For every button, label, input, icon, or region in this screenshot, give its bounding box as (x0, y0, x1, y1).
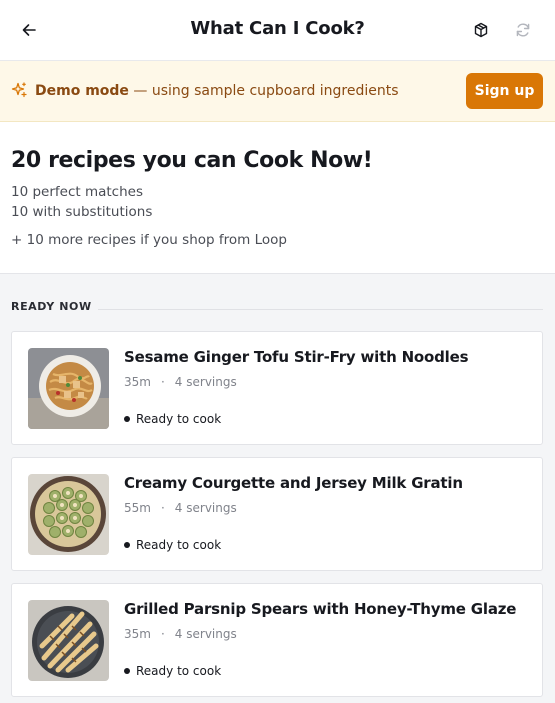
recipe-time: 35m (124, 375, 151, 389)
summary-headline: 20 recipes you can Cook Now! (11, 148, 373, 173)
refresh-icon (516, 23, 530, 37)
substitutions-count: 10 with substitutions (11, 204, 153, 220)
sign-up-button[interactable]: Sign up (466, 73, 543, 109)
recipe-status-label: Ready to cook (136, 412, 222, 426)
recipe-meta: 35m · 4 servings (124, 627, 237, 641)
recipe-status: Ready to cook (124, 538, 221, 552)
demo-mode-label: Demo mode (35, 83, 129, 99)
section-divider (98, 309, 543, 310)
banner-separator: — (133, 83, 148, 99)
app-header: What Can I Cook? (0, 0, 555, 61)
recipe-status-label: Ready to cook (136, 664, 222, 678)
recipe-status-label: Ready to cook (136, 538, 222, 552)
recipe-time: 55m (124, 501, 151, 515)
recipe-servings: 4 servings (174, 627, 237, 641)
recipe-card[interactable]: Sesame Ginger Tofu Stir-Fry with Noodles… (11, 331, 543, 445)
recipe-title: Creamy Courgette and Jersey Milk Gratin (124, 474, 463, 492)
recipe-title: Grilled Parsnip Spears with Honey-Thyme … (124, 600, 517, 618)
recipe-thumbnail (28, 600, 109, 681)
meta-separator: · (160, 501, 165, 515)
recipe-title: Sesame Ginger Tofu Stir-Fry with Noodles (124, 348, 469, 366)
recipe-thumbnail (28, 348, 109, 429)
recipe-card[interactable]: Grilled Parsnip Spears with Honey-Thyme … (11, 583, 543, 697)
meta-separator: · (160, 627, 165, 641)
shop-more-recipes: + 10 more recipes if you shop from Loop (11, 232, 287, 248)
package-icon (474, 22, 488, 38)
recipe-time: 35m (124, 627, 151, 641)
status-dot-icon (124, 416, 130, 422)
recipe-servings: 4 servings (174, 375, 237, 389)
cupboard-button[interactable] (470, 19, 492, 41)
demo-mode-message: Demo mode — using sample cupboard ingred… (35, 83, 399, 99)
recipe-meta: 35m · 4 servings (124, 375, 237, 389)
recipe-meta: 55m · 4 servings (124, 501, 237, 515)
demo-mode-description: using sample cupboard ingredients (151, 83, 399, 99)
recipe-summary: 20 recipes you can Cook Now! 10 perfect … (0, 122, 555, 274)
recipe-servings: 4 servings (174, 501, 237, 515)
recipe-thumbnail (28, 474, 109, 555)
recipe-card[interactable]: Creamy Courgette and Jersey Milk Gratin … (11, 457, 543, 571)
sparkle-icon (11, 82, 27, 98)
meta-separator: · (160, 375, 165, 389)
recipe-status: Ready to cook (124, 664, 221, 678)
recipe-status: Ready to cook (124, 412, 221, 426)
status-dot-icon (124, 542, 130, 548)
status-dot-icon (124, 668, 130, 674)
section-label-ready-now: READY NOW (11, 300, 92, 313)
perfect-matches-count: 10 perfect matches (11, 184, 143, 200)
refresh-button[interactable] (512, 19, 534, 41)
